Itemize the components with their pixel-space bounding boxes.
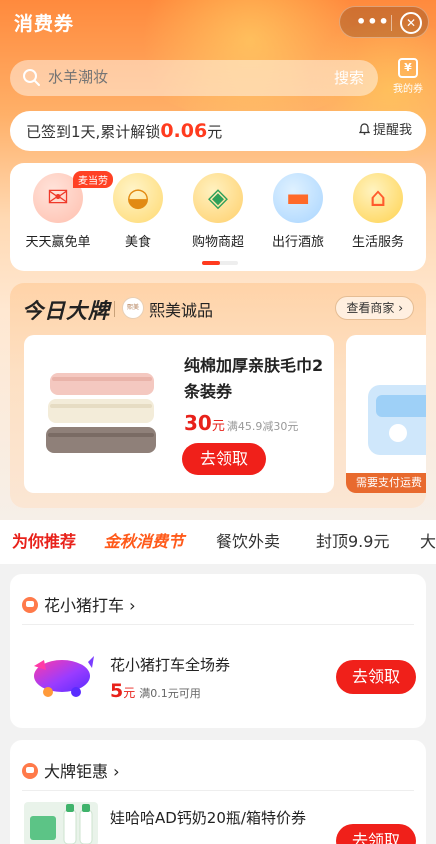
shipping-fee-strip: 需要支付运费 (346, 473, 426, 493)
price-condition: 满0.1元可用 (139, 687, 201, 700)
claim-button[interactable]: 去领取 (182, 443, 266, 475)
price-value: 5 (110, 680, 124, 702)
pager-active (202, 261, 220, 265)
tab-capped-9-9[interactable]: 封顶9.9元 (316, 520, 389, 564)
chevron-right-icon: › (129, 596, 136, 615)
milk-bottles-image (24, 802, 98, 844)
product-price: 30元 满45.9减30元 (184, 411, 298, 435)
price-unit: 元 (211, 419, 225, 434)
my-coupons-button[interactable]: ¥ 我的券 (385, 58, 431, 100)
signin-text: 已签到1天,累计解锁0.06元 (26, 111, 222, 152)
chevron-right-icon: › (113, 762, 120, 781)
price-value: 30 (184, 411, 212, 435)
tab-food-delivery[interactable]: 餐饮外卖 (216, 520, 280, 564)
brand-today-title: 今日大牌 (22, 299, 110, 323)
remind-button[interactable]: 提醒我 (358, 111, 412, 151)
claim-button[interactable]: 去领取 (336, 660, 416, 694)
category-tabs: 为你推荐 金秋消费节 餐饮外卖 封顶9.9元 大 (0, 520, 436, 564)
search-bar[interactable]: 搜索 (10, 60, 378, 96)
view-merchant-button[interactable]: 查看商家 › (335, 296, 414, 320)
page-title: 消费券 (14, 13, 75, 35)
signin-amount: 0.06 (160, 120, 208, 142)
house-icon: ⌂ (353, 173, 403, 223)
category-grid: ✉ 麦当劳 天天赢免单 ◒ 美食 ◈ 购物商超 ▬ 出行酒旅 ⌂ 生活服务 (10, 163, 426, 271)
brand-divider (114, 301, 115, 317)
towel-stack-image (46, 373, 156, 453)
category-label: 购物商超 (191, 235, 244, 250)
search-button[interactable]: 搜索 (334, 60, 364, 96)
product-card[interactable]: 纯棉加厚亲肤毛巾2条装券 30元 满45.9减30元 去领取 (24, 335, 334, 493)
coupon-icon: ¥ (398, 58, 418, 78)
category-label: 生活服务 (351, 235, 404, 250)
feed-item-price: 5元 满0.1元可用 (110, 680, 201, 702)
divider (22, 624, 414, 625)
huaxiaozhu-logo (34, 656, 94, 697)
category-label: 天天赢免单 (25, 235, 91, 250)
feed-item-name: 花小猪打车全场券 (110, 656, 231, 674)
chevron-right-icon: › (398, 301, 403, 315)
category-item[interactable]: ▬ 出行酒旅 (258, 173, 338, 250)
noodle-bowl-icon: ◒ (113, 173, 163, 223)
signin-prefix: 已签到1天,累计解锁 (26, 123, 161, 141)
feed-section-title: 花小猪打车 (44, 596, 125, 615)
product-card-next[interactable]: 需要支付运费 (346, 335, 426, 493)
feed-card: 花小猪打车 › 花小猪打车全场券 5元 满0.1元可用 去领取 (10, 574, 426, 728)
title-bar: 消费券 ••• ✕ (0, 0, 436, 44)
category-label: 美食 (124, 235, 151, 250)
category-item[interactable]: ◒ 美食 (98, 173, 178, 250)
shopping-basket-icon: ◈ (193, 173, 243, 223)
category-pager (202, 261, 238, 265)
miniprogram-capsule: ••• ✕ (339, 6, 429, 38)
my-coupons-label: 我的券 (393, 84, 423, 95)
divider (22, 790, 414, 791)
category-item[interactable]: ⌂ 生活服务 (338, 173, 418, 250)
feed-item-name: 娃哈哈AD钙奶20瓶/箱特价券 (110, 809, 306, 827)
signin-bar: 已签到1天,累计解锁0.06元 提醒我 (10, 111, 426, 151)
car-icon: ▬ (273, 173, 323, 223)
remind-label: 提醒我 (372, 123, 412, 138)
feed-card: 大牌钜惠 › 娃哈哈AD钙奶20瓶/箱特价券 去领取 (10, 740, 426, 844)
claim-button[interactable]: 去领取 (336, 824, 416, 844)
tab-recommend[interactable]: 为你推荐 (12, 520, 76, 564)
store-icon (22, 763, 38, 779)
category-item[interactable]: ◈ 购物商超 (178, 173, 258, 250)
more-icon[interactable]: ••• (356, 12, 390, 31)
category-label: 出行酒旅 (271, 235, 324, 250)
tab-more[interactable]: 大 (420, 520, 436, 564)
brand-today-section: 今日大牌 熙美 熙美诚品 查看商家 › 纯棉加厚亲肤毛巾2条装券 30元 满45.… (10, 283, 426, 508)
search-icon (23, 69, 40, 86)
capsule-divider (391, 15, 392, 31)
tab-autumn-festival[interactable]: 金秋消费节 (104, 520, 184, 564)
bell-icon (358, 123, 370, 135)
brand-logo: 熙美 (122, 297, 144, 319)
view-merchant-label: 查看商家 (346, 301, 395, 315)
feed-section-header[interactable]: 大牌钜惠 › (22, 758, 120, 782)
price-condition: 满45.9减30元 (226, 420, 299, 433)
price-unit: 元 (123, 686, 136, 700)
brand-name: 熙美诚品 (149, 301, 214, 320)
category-item[interactable]: ✉ 麦当劳 天天赢免单 (18, 171, 113, 250)
signin-suffix: 元 (207, 123, 223, 141)
product-name: 纯棉加厚亲肤毛巾2条装券 (184, 356, 324, 401)
feed-section-title: 大牌钜惠 (44, 762, 109, 781)
wipes-pack-image (368, 385, 426, 455)
search-input[interactable] (48, 60, 308, 96)
close-icon[interactable]: ✕ (400, 12, 422, 34)
store-icon (22, 597, 38, 613)
feed-section-header[interactable]: 花小猪打车 › (22, 592, 136, 616)
